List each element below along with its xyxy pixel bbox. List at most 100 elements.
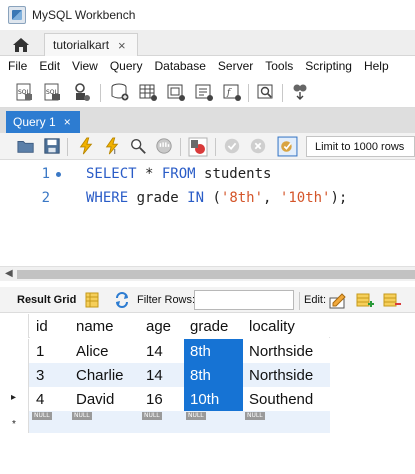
cell-name[interactable]: David [70,387,140,411]
result-grid-label[interactable]: Result Grid [17,294,76,306]
autocommit-icon[interactable] [277,136,298,157]
cell-grade[interactable]: 10th [184,387,243,411]
window-title: MySQL Workbench [32,8,136,22]
edit-row-icon[interactable] [329,291,347,309]
statement-marker [56,172,61,177]
cell-id[interactable]: 3 [30,363,70,387]
editor-horizontal-scrollbar[interactable]: ◀ [0,266,415,281]
search-table-data-icon[interactable] [256,82,276,102]
menu-server[interactable]: Server [212,59,259,73]
cell-name[interactable]: Alice [70,339,140,363]
table-row[interactable]: 3 Charlie 14 8th Northside [0,363,330,387]
toggle-error-stop-icon[interactable] [188,137,208,157]
tab-tutorialkart[interactable]: tutorialkart × [44,33,138,56]
edit-label: Edit: [304,294,327,306]
toolbar-separator [215,138,216,156]
table-row[interactable]: ▸ 4 David 16 10th Southend [0,387,330,411]
scrollbar-thumb[interactable] [17,270,415,279]
menu-database[interactable]: Database [149,59,212,73]
sql-text: students [195,166,272,182]
refresh-icon[interactable] [114,292,130,308]
execute-icon[interactable] [77,137,95,155]
create-procedure-icon[interactable] [194,82,214,102]
column-header-name[interactable]: name [70,314,140,338]
row-header[interactable] [0,339,29,363]
grid-view-icon[interactable] [84,292,100,308]
create-view-icon[interactable] [166,82,186,102]
cell-grade[interactable]: 8th [184,363,243,387]
tab-query-1[interactable]: Query 1 × [6,111,80,133]
cell-grade[interactable]: 8th [184,339,243,363]
cell-age[interactable]: 14 [140,339,184,363]
sql-text: , [263,190,280,206]
row-header[interactable]: ▸ [0,387,29,411]
cell-locality[interactable]: Southend [243,387,329,411]
delete-row-icon[interactable] [383,291,401,309]
menu-bar: File Edit View Query Database Server Too… [0,56,415,76]
explain-icon[interactable] [129,137,147,155]
menu-query[interactable]: Query [104,59,149,73]
sql-keyword: WHERE [86,190,129,206]
svg-text:I: I [114,147,116,155]
sql-string: '8th' [220,190,264,206]
query-tab-label: Query 1 [13,115,56,129]
close-icon[interactable]: × [64,115,71,129]
column-header-locality[interactable]: locality [243,314,329,338]
stop-icon[interactable] [155,137,173,155]
save-icon[interactable] [43,137,61,155]
menu-help[interactable]: Help [358,59,395,73]
sql-string: '10th' [279,190,331,206]
create-table-icon[interactable] [138,82,158,102]
connection-tab-strip: tutorialkart × [0,30,415,56]
filter-rows-label: Filter Rows: [137,294,196,306]
sql-text: ( [204,190,221,206]
menu-file[interactable]: File [0,59,33,73]
cell-age[interactable]: 16 [140,387,184,411]
new-sql-tab-icon[interactable]: SQL [14,82,34,102]
inspector-icon[interactable] [72,82,92,102]
cell-id[interactable]: 4 [30,387,70,411]
sql-text: grade [128,190,188,206]
close-icon[interactable]: × [118,38,126,53]
menu-scripting[interactable]: Scripting [299,59,358,73]
cell-locality[interactable]: Northside [243,363,329,387]
execute-current-statement-icon[interactable]: I [103,137,121,155]
column-header-grade[interactable]: grade [184,314,243,338]
result-grid-toolbar: Result Grid Filter Rows: Edit: [0,287,415,313]
cell-age[interactable]: 14 [140,363,184,387]
menu-tools[interactable]: Tools [259,59,299,73]
cell-locality[interactable]: Northside [243,339,329,363]
new-row[interactable]: * NULL NULL NULL NULL NULL [0,411,330,433]
home-tab[interactable] [8,34,34,56]
sql-editor[interactable]: 1 SELECT * FROM students 2 WHERE grade I… [0,160,415,266]
toolbar-separator [282,84,283,102]
open-file-icon[interactable] [17,137,35,155]
commit-icon[interactable] [223,137,241,155]
cell-id[interactable]: 1 [30,339,70,363]
toolbar-separator [100,84,101,102]
cell-name[interactable]: Charlie [70,363,140,387]
open-sql-script-icon[interactable]: SQL [42,82,62,102]
insert-row-icon[interactable] [356,291,374,309]
row-header[interactable] [0,363,29,387]
menu-view[interactable]: View [66,59,104,73]
create-schema-icon[interactable] [110,82,130,102]
reconnect-icon[interactable] [290,82,310,102]
row-header[interactable]: * [0,411,29,433]
toolbar-separator [67,138,68,156]
create-function-icon[interactable]: f [222,82,242,102]
code-text: WHERE grade IN ('8th', '10th'); [86,190,347,206]
filter-rows-input[interactable] [194,290,294,310]
toolbar-separator [299,292,300,310]
table-row[interactable]: 1 Alice 14 8th Northside [0,339,330,363]
column-header-age[interactable]: age [140,314,184,338]
null-badge: NULL [245,412,265,420]
new-row-marker: * [12,419,16,430]
rollback-icon[interactable] [249,137,267,155]
sql-keyword: IN [187,190,205,206]
column-header-id[interactable]: id [30,314,70,338]
scroll-left-icon[interactable]: ◀ [5,268,13,279]
code-text: SELECT * FROM students [86,166,271,182]
limit-rows-select[interactable]: Limit to 1000 rows [306,136,415,157]
menu-edit[interactable]: Edit [33,59,66,73]
